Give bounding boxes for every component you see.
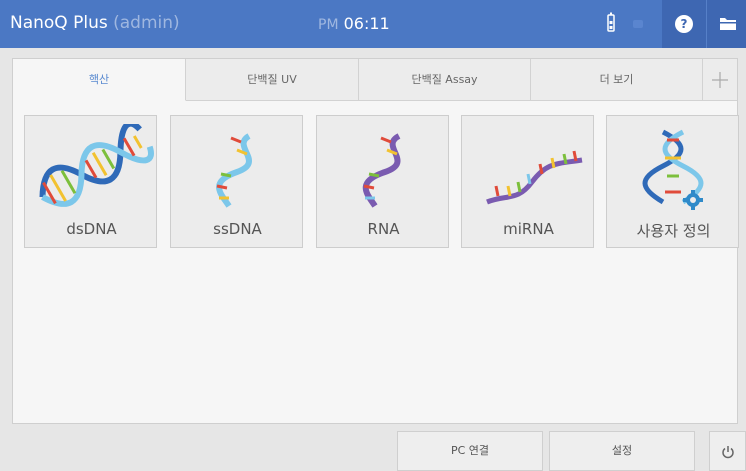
power-icon <box>722 446 734 459</box>
tab-protein-assay[interactable]: 단백질 Assay <box>359 59 531 101</box>
gear-icon <box>683 190 703 210</box>
main-panel: 핵산 단백질 UV 단백질 Assay 더 보기 dsDNA ssDNA RNA… <box>12 58 739 424</box>
add-tab-button[interactable] <box>703 59 737 101</box>
tile-dsdna[interactable]: dsDNA <box>24 115 157 248</box>
tile-mirna[interactable]: miRNA <box>461 115 594 248</box>
folder-icon <box>720 18 736 30</box>
app-title: NanoQ Plus (admin) <box>10 13 180 33</box>
clock-time: 06:11 <box>343 14 390 33</box>
tile-label: dsDNA <box>66 220 117 238</box>
battery-icon <box>607 12 615 32</box>
plus-icon <box>712 72 728 88</box>
tile-label: RNA <box>367 220 400 238</box>
tab-protein-uv[interactable]: 단백질 UV <box>186 59 359 101</box>
tab-more[interactable]: 더 보기 <box>531 59 703 101</box>
tile-ssdna[interactable]: ssDNA <box>170 115 303 248</box>
rna-strand-icon <box>362 133 401 208</box>
current-user: (admin) <box>113 13 180 33</box>
clock: PM 06:11 <box>318 14 390 33</box>
status-indicator-icon <box>633 20 643 28</box>
settings-button[interactable]: 설정 <box>549 431 695 471</box>
dsdna-helix-icon <box>39 124 154 207</box>
bottom-bar: PC 연결 설정 <box>0 422 746 471</box>
tab-bar: 핵산 단백질 UV 단백질 Assay 더 보기 <box>13 59 737 101</box>
power-button[interactable] <box>709 431 746 471</box>
tab-nucleic-acid[interactable]: 핵산 <box>13 59 186 101</box>
title-bar: NanoQ Plus (admin) PM 06:11 ? <box>0 0 746 48</box>
tile-label: ssDNA <box>213 220 262 238</box>
tile-custom[interactable]: 사용자 정의 <box>606 115 739 248</box>
ssdna-strand-icon <box>216 133 252 208</box>
app-name: NanoQ Plus <box>10 13 108 33</box>
mirna-strand-icon <box>486 150 583 205</box>
tile-rna[interactable]: RNA <box>316 115 449 248</box>
clock-ampm: PM <box>318 17 339 33</box>
help-icon: ? <box>675 15 693 33</box>
help-button[interactable]: ? <box>662 0 706 48</box>
custom-helix-gear-icon <box>642 129 704 210</box>
tile-label: miRNA <box>503 220 554 238</box>
tile-label: 사용자 정의 <box>636 222 711 240</box>
pc-connect-button[interactable]: PC 연결 <box>397 431 543 471</box>
folder-button[interactable] <box>706 0 746 48</box>
